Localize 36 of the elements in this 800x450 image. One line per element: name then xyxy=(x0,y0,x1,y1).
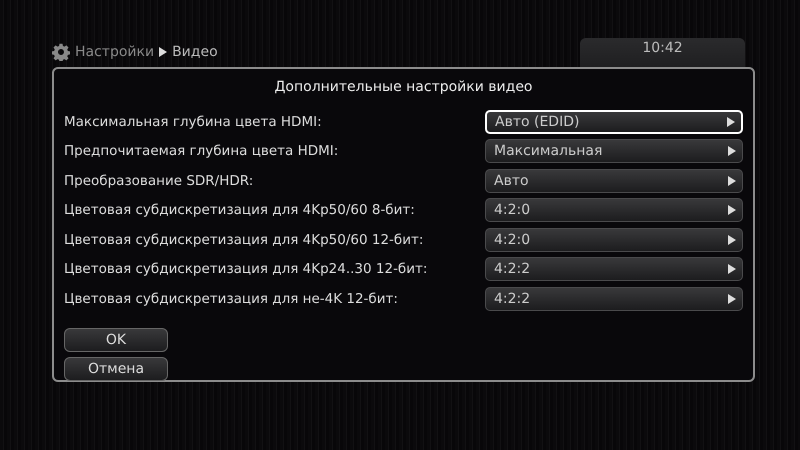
arrow-icon xyxy=(728,234,736,245)
arrow-icon xyxy=(728,205,736,216)
breadcrumb-item[interactable]: Видео xyxy=(172,44,218,60)
arrow-icon xyxy=(728,146,736,156)
value-selector[interactable]: 4:2:2 xyxy=(485,257,743,282)
selector-value: Авто (EDID) xyxy=(495,114,580,130)
value-selector[interactable]: 4:2:2 xyxy=(485,286,743,311)
setting-label: Цветовая субдискретизация для не-4K 12-бит: xyxy=(64,290,398,307)
dialog-button[interactable]: Отмена xyxy=(64,356,168,380)
value-selector[interactable]: Авто (EDID) xyxy=(485,110,743,134)
setting-label: Предпочитаемая глубина цвета HDMI: xyxy=(64,143,338,160)
settings-icon xyxy=(52,43,70,61)
selector-value: Максимальная xyxy=(494,143,602,160)
selector-value: 4:2:2 xyxy=(494,261,530,278)
selector-value: 4:2:0 xyxy=(494,232,530,248)
dialog-title: Дополнительные настройки видео xyxy=(273,79,534,95)
setting-label: Максимальная глубина цвета HDMI: xyxy=(64,114,322,130)
value-selector[interactable]: Авто xyxy=(485,168,743,193)
selector-value: 4:2:0 xyxy=(494,202,530,218)
separator-icon xyxy=(159,47,168,57)
setting-label: Цветовая субдискретизация для 4Kp50/60 8-бит: xyxy=(64,202,415,218)
breadcrumb-item[interactable]: Настройки xyxy=(75,44,154,60)
arrow-icon xyxy=(728,264,736,274)
value-selector[interactable]: 4:2:0 xyxy=(485,198,743,222)
arrow-icon xyxy=(728,294,736,304)
selector-value: 4:2:2 xyxy=(494,290,530,307)
dialog-button[interactable]: OK xyxy=(64,328,168,352)
value-selector[interactable]: Максимальная xyxy=(485,139,743,164)
selector-value: Авто xyxy=(494,172,529,189)
clock-time: 10:42 xyxy=(642,40,683,58)
arrow-icon xyxy=(728,176,736,186)
value-selector[interactable]: 4:2:0 xyxy=(485,228,743,252)
setting-label: Преобразование SDR/HDR: xyxy=(64,172,254,189)
arrow-icon xyxy=(727,116,735,127)
setting-label: Цветовая субдискретизация для 4Kp50/60 12-бит: xyxy=(64,232,424,248)
setting-label: Цветовая субдискретизация для 4Kp24..30 12-бит: xyxy=(64,261,428,278)
